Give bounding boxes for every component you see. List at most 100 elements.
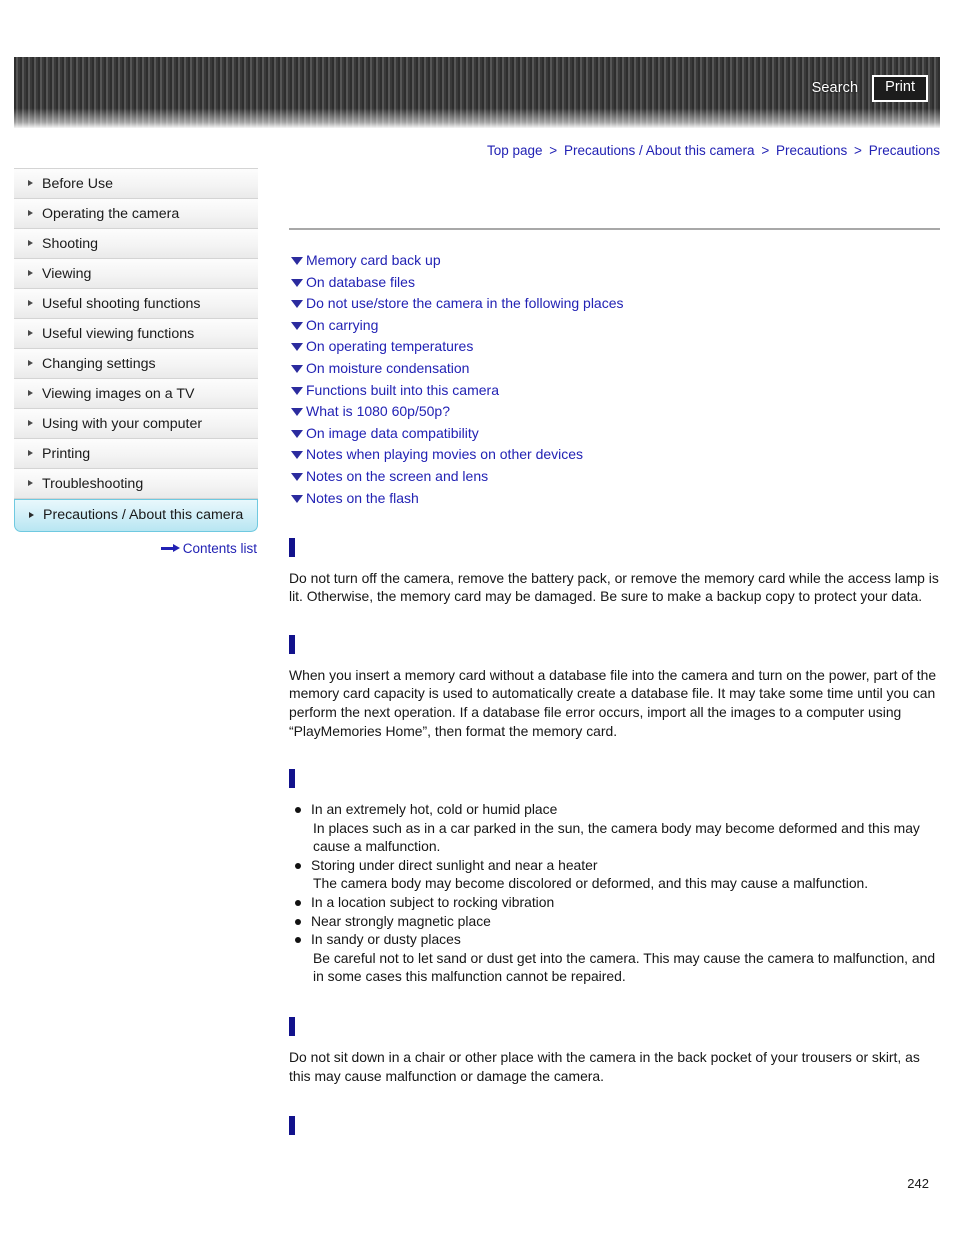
search-link[interactable]: Search — [812, 80, 859, 96]
sidebar-item-viewing-images-on-a-tv[interactable]: Viewing images on a TV — [14, 379, 258, 409]
anchor-link-list: Memory card back up On database files Do… — [289, 251, 940, 507]
chevron-right-icon — [28, 270, 33, 276]
precaution-bullet-list: In an extremely hot, cold or humid place… — [289, 800, 940, 986]
section-on-operating-temperatures — [289, 1115, 940, 1136]
anchor-link-label: On database files — [306, 273, 415, 290]
anchor-link-on-image-data-compatibility[interactable]: On image data compatibility — [289, 424, 940, 442]
anchor-link-label: Notes on the flash — [306, 489, 419, 506]
sidebar-item-label: Troubleshooting — [42, 476, 144, 492]
triangle-down-icon — [291, 300, 303, 309]
chevron-right-icon — [28, 480, 33, 486]
triangle-down-icon — [291, 364, 303, 373]
anchor-link-label: On image data compatibility — [306, 424, 479, 441]
bullet-dot-icon — [295, 918, 301, 925]
triangle-down-icon — [291, 408, 303, 417]
anchor-link-memory-card-back-up[interactable]: Memory card back up — [289, 251, 940, 269]
triangle-down-icon — [291, 321, 303, 330]
print-button[interactable]: Print — [872, 75, 928, 102]
chevron-right-icon — [28, 240, 33, 246]
breadcrumb-item-current: Precautions — [868, 143, 940, 158]
section-paragraph: When you insert a memory card without a … — [289, 666, 937, 739]
sidebar-item-useful-viewing-functions[interactable]: Useful viewing functions — [14, 319, 258, 349]
anchor-link-notes-on-the-flash[interactable]: Notes on the flash — [289, 489, 940, 507]
sidebar-item-label: Precautions / About this camera — [43, 507, 244, 523]
page-number: 242 — [907, 1176, 929, 1191]
anchor-link-label: Notes when playing movies on other devic… — [306, 446, 584, 463]
sidebar-item-useful-shooting-functions[interactable]: Useful shooting functions — [14, 289, 258, 319]
anchor-link-label: Functions built into this camera — [306, 381, 499, 398]
sidebar-item-label: Viewing images on a TV — [42, 386, 195, 402]
section-memory-card-back-up: Do not turn off the camera, remove the b… — [289, 537, 940, 606]
header-actions: Search Print — [812, 75, 928, 102]
anchor-link-label: On operating temperatures — [306, 338, 474, 355]
sidebar-item-before-use[interactable]: Before Use — [14, 169, 258, 199]
anchor-link-what-is-1080-60p-50p[interactable]: What is 1080 60p/50p? — [289, 402, 940, 420]
triangle-down-icon — [291, 278, 303, 287]
anchor-link-functions-built-into-this-camera[interactable]: Functions built into this camera — [289, 381, 940, 399]
sidebar: Before Use Operating the camera Shooting… — [14, 168, 258, 556]
sidebar-item-operating-the-camera[interactable]: Operating the camera — [14, 199, 258, 229]
list-item: Near strongly magnetic place — [289, 912, 940, 931]
sidebar-item-troubleshooting[interactable]: Troubleshooting — [14, 469, 258, 499]
triangle-down-icon — [291, 257, 303, 265]
bullet-dot-icon — [295, 807, 301, 814]
sidebar-item-label: Viewing — [42, 266, 92, 282]
bullet-label: Storing under direct sunlight and near a… — [311, 856, 598, 873]
anchor-link-on-operating-temperatures[interactable]: On operating temperatures — [289, 337, 940, 355]
section-do-not-use-store: In an extremely hot, cold or humid place… — [289, 768, 940, 986]
list-item: In sandy or dusty places Be careful not … — [289, 930, 940, 986]
chevron-right-icon — [28, 450, 33, 456]
contents-list-row: Contents list — [14, 541, 258, 556]
chevron-right-icon — [28, 420, 33, 426]
anchor-link-do-not-use-store[interactable]: Do not use/store the camera in the follo… — [289, 294, 940, 312]
sidebar-item-label: Shooting — [42, 236, 99, 252]
anchor-link-on-database-files[interactable]: On database files — [289, 273, 940, 291]
section-heading — [289, 1115, 940, 1136]
section-on-database-files: When you insert a memory card without a … — [289, 634, 940, 740]
breadcrumb-separator: > — [854, 143, 862, 158]
section-heading — [289, 1016, 940, 1037]
contents-list-link[interactable]: Contents list — [160, 541, 257, 556]
sidebar-item-changing-settings[interactable]: Changing settings — [14, 349, 258, 379]
breadcrumb-item-precautions[interactable]: Precautions — [776, 143, 847, 158]
anchor-link-label: Do not use/store the camera in the follo… — [306, 295, 624, 312]
anchor-link-notes-on-the-screen-and-lens[interactable]: Notes on the screen and lens — [289, 467, 940, 485]
chevron-right-icon — [28, 390, 33, 396]
anchor-link-on-moisture-condensation[interactable]: On moisture condensation — [289, 359, 940, 377]
anchor-link-notes-when-playing-movies[interactable]: Notes when playing movies on other devic… — [289, 445, 940, 463]
bullet-dot-icon — [295, 937, 301, 944]
bullet-dot-icon — [295, 900, 301, 907]
sidebar-item-label: Before Use — [42, 176, 113, 192]
list-item: In an extremely hot, cold or humid place… — [289, 800, 940, 856]
breadcrumb: Top page > Precautions / About this came… — [487, 143, 940, 158]
bullet-label: In sandy or dusty places — [311, 931, 461, 948]
sidebar-nav-list: Before Use Operating the camera Shooting… — [14, 168, 258, 532]
sidebar-item-viewing[interactable]: Viewing — [14, 259, 258, 289]
bullet-label: In a location subject to rocking vibrati… — [311, 894, 555, 911]
list-item: In a location subject to rocking vibrati… — [289, 893, 940, 912]
breadcrumb-item-precautions-about[interactable]: Precautions / About this camera — [564, 143, 755, 158]
section-on-carrying: Do not sit down in a chair or other plac… — [289, 1016, 940, 1085]
list-item: Storing under direct sunlight and near a… — [289, 856, 940, 893]
anchor-link-label: On moisture condensation — [306, 359, 470, 376]
sidebar-item-label: Using with your computer — [42, 416, 203, 432]
contents-list-label: Contents list — [182, 541, 257, 556]
section-body: Do not turn off the camera, remove the b… — [289, 569, 940, 606]
sidebar-item-shooting[interactable]: Shooting — [14, 229, 258, 259]
section-paragraph: Do not sit down in a chair or other plac… — [289, 1049, 920, 1084]
bullet-label: In an extremely hot, cold or humid place — [311, 801, 558, 818]
section-heading — [289, 634, 940, 654]
anchor-link-on-carrying[interactable]: On carrying — [289, 316, 940, 334]
sidebar-item-precautions-about-this-camera[interactable]: Precautions / About this camera — [14, 499, 258, 532]
chevron-right-icon — [28, 330, 33, 336]
triangle-down-icon — [291, 494, 303, 503]
section-paragraph: Do not turn off the camera, remove the b… — [289, 569, 939, 605]
content-divider — [289, 228, 940, 230]
sidebar-item-printing[interactable]: Printing — [14, 439, 258, 469]
anchor-link-label: Memory card back up — [306, 252, 441, 268]
sidebar-item-label: Operating the camera — [42, 206, 180, 222]
main-content: Memory card back up On database files Do… — [289, 168, 940, 1136]
section-heading — [289, 537, 940, 557]
breadcrumb-item-top-page[interactable]: Top page — [487, 143, 543, 158]
sidebar-item-using-with-your-computer[interactable]: Using with your computer — [14, 409, 258, 439]
